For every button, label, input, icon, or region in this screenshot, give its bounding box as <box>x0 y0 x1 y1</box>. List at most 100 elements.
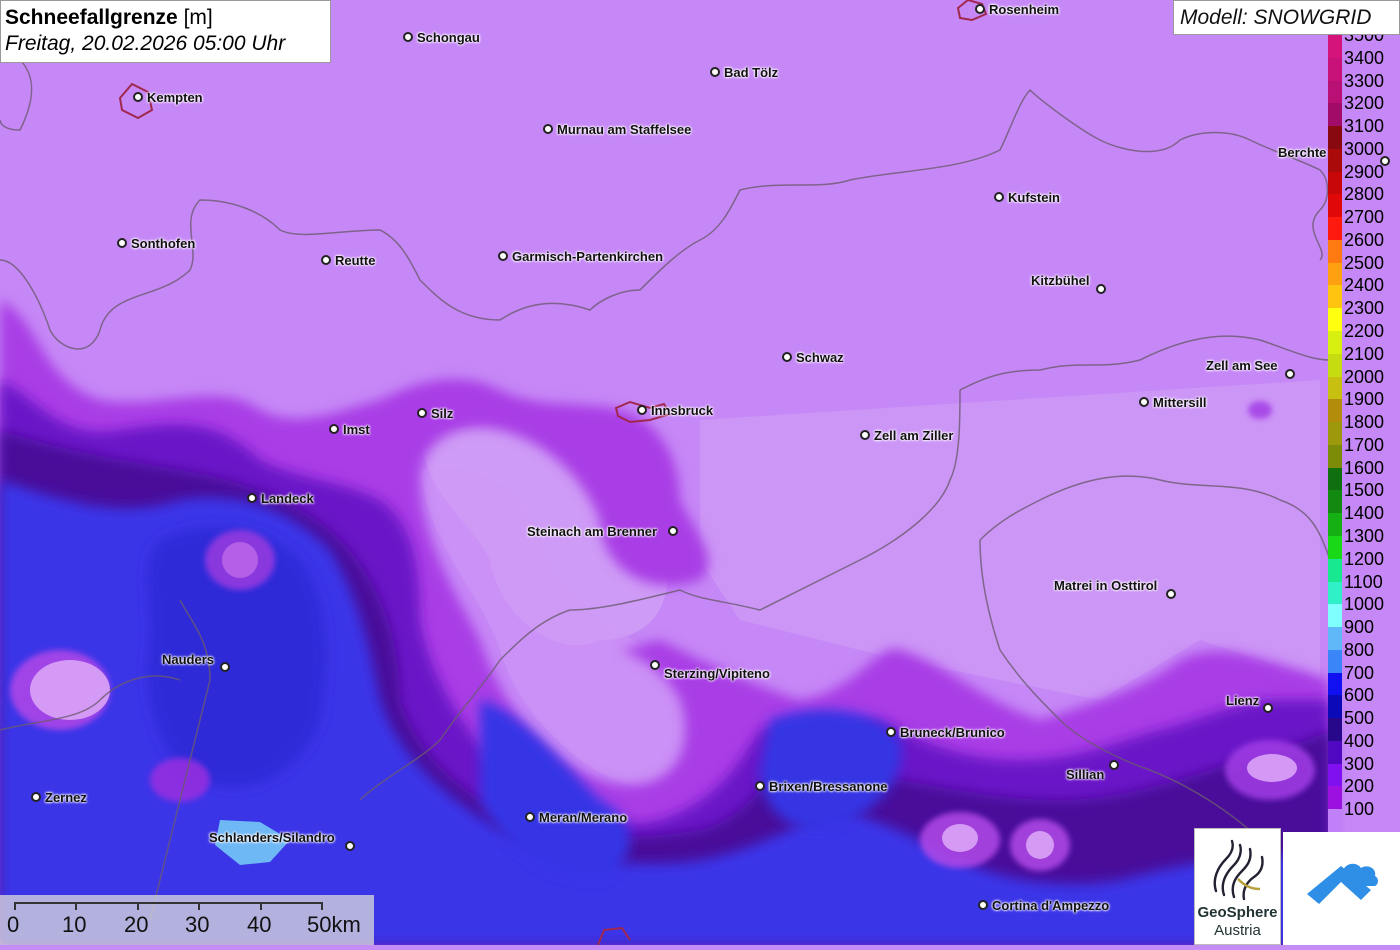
city-label[interactable]: Brixen/Bressanone <box>769 779 888 794</box>
city-label[interactable]: Kitzbühel <box>1031 273 1090 288</box>
city-dot-icon <box>710 67 720 77</box>
city-dot-icon <box>978 900 988 910</box>
scale-tick <box>260 902 262 910</box>
city-label[interactable]: Nauders <box>162 652 214 667</box>
weather-app-logo[interactable] <box>1283 832 1400 945</box>
city-label[interactable]: Zell am See <box>1206 358 1278 373</box>
legend-item: 1700 <box>1328 433 1400 468</box>
legend-item: 2300 <box>1328 296 1400 332</box>
city-label[interactable]: Kempten <box>147 90 203 105</box>
legend-item: 3100 <box>1328 114 1400 149</box>
city-label[interactable]: Mittersill <box>1153 395 1206 410</box>
city-label[interactable]: Zernez <box>45 790 87 805</box>
legend-item: 1100 <box>1328 570 1400 605</box>
city-label[interactable]: Matrei in Osttirol <box>1054 578 1157 593</box>
city-dot-icon <box>1380 156 1390 166</box>
scale-label-20: 20 <box>124 912 149 937</box>
city-label[interactable]: Schongau <box>417 30 480 45</box>
legend-item: 2500 <box>1328 251 1400 286</box>
legend-label: 1100 <box>1344 571 1383 592</box>
map-date: Freitag, 20.02.2026 05:00 Uhr <box>5 32 286 55</box>
city-label[interactable]: Kufstein <box>1008 190 1060 205</box>
city-label[interactable]: Imst <box>343 422 370 437</box>
city-dot-icon <box>321 255 331 265</box>
map-title: Schneefallgrenze [m] <box>5 5 330 30</box>
geosphere-swirl-icon <box>1213 839 1264 901</box>
city-dot-icon <box>247 493 257 503</box>
legend-item: 3500 <box>1328 35 1400 58</box>
legend-item: 1900 <box>1328 387 1400 423</box>
legend-label: 300 <box>1344 753 1375 774</box>
legend-label: 2800 <box>1344 184 1385 205</box>
legend-item: 3300 <box>1328 69 1400 104</box>
city-label[interactable]: Garmisch-Partenkirchen <box>512 249 663 264</box>
city-label[interactable]: Bruneck/Brunico <box>900 725 1005 740</box>
city-label[interactable]: Sonthofen <box>131 236 195 251</box>
legend-item: 100 <box>1328 797 1400 832</box>
city-label[interactable]: Cortina d'Ampezzo <box>992 898 1109 913</box>
city-label[interactable]: Berchte <box>1278 145 1326 160</box>
snowfall-line-map[interactable] <box>0 0 1400 945</box>
legend-item: 500 <box>1328 706 1400 741</box>
legend-label: 900 <box>1344 617 1375 638</box>
legend-item: 2200 <box>1328 319 1400 354</box>
legend-label: 1200 <box>1344 548 1385 569</box>
city-label[interactable]: Silz <box>431 406 453 421</box>
legend-label: 1900 <box>1344 389 1385 410</box>
city-label[interactable]: Rosenheim <box>989 2 1059 17</box>
city-label[interactable]: Schwaz <box>796 350 844 365</box>
blue-chevron-cloud-icon <box>1307 863 1378 904</box>
legend-label: 2700 <box>1344 207 1385 228</box>
legend-item: 2800 <box>1328 182 1400 218</box>
city-dot-icon <box>543 124 553 134</box>
city-label[interactable]: Murnau am Staffelsee <box>557 122 691 137</box>
legend-label: 600 <box>1344 685 1375 706</box>
legend-label: 1800 <box>1344 412 1385 433</box>
scale-tick <box>14 902 16 910</box>
city-dot-icon <box>994 192 1004 202</box>
legend-label: 3500 <box>1344 35 1385 45</box>
legend-label: 2500 <box>1344 252 1385 273</box>
city-dot-icon <box>886 727 896 737</box>
city-dot-icon <box>220 662 230 672</box>
legend-label: 2300 <box>1344 298 1385 319</box>
scale-tick <box>75 902 77 910</box>
legend-item: 1000 <box>1328 592 1400 628</box>
city-label[interactable]: Steinach am Brenner <box>527 524 657 539</box>
geosphere-logo[interactable]: GeoSphere Austria <box>1194 828 1281 945</box>
city-dot-icon <box>31 792 41 802</box>
city-label[interactable]: Schlanders/Silandro <box>209 830 335 845</box>
city-label[interactable]: Reutte <box>335 253 375 268</box>
legend-item: 2400 <box>1328 273 1400 309</box>
scale-bar: 0 10 20 30 40 50km <box>0 895 374 945</box>
city-dot-icon <box>1096 284 1106 294</box>
legend-item: 1500 <box>1328 478 1400 514</box>
map-title-main: Schneefallgrenze <box>5 6 178 29</box>
legend-item: 300 <box>1328 752 1400 787</box>
city-dot-icon <box>755 781 765 791</box>
city-dot-icon <box>650 660 660 670</box>
city-label[interactable]: Landeck <box>261 491 314 506</box>
city-label[interactable]: Bad Tölz <box>724 65 778 80</box>
city-label[interactable]: Meran/Merano <box>539 810 627 825</box>
city-dot-icon <box>668 526 678 536</box>
city-label[interactable]: Innsbruck <box>651 403 713 418</box>
city-label[interactable]: Lienz <box>1226 693 1259 708</box>
legend-label: 800 <box>1344 639 1375 660</box>
legend-label: 3400 <box>1344 47 1385 68</box>
legend-item: 1200 <box>1328 547 1400 582</box>
legend-label: 2400 <box>1344 275 1385 296</box>
legend-item: 400 <box>1328 729 1400 764</box>
city-label[interactable]: Sillian <box>1066 767 1104 782</box>
legend-label: 3200 <box>1344 93 1385 114</box>
legend-item: 2000 <box>1328 365 1400 400</box>
legend-label: 2200 <box>1344 321 1385 342</box>
city-label[interactable]: Zell am Ziller <box>874 428 953 443</box>
legend-label: 1700 <box>1344 434 1385 455</box>
legend-label: 500 <box>1344 708 1375 729</box>
legend-item: 200 <box>1328 774 1400 810</box>
city-dot-icon <box>975 4 985 14</box>
legend-label: 2900 <box>1344 161 1385 182</box>
city-label[interactable]: Sterzing/Vipiteno <box>664 666 770 681</box>
legend-label: 700 <box>1344 662 1375 683</box>
